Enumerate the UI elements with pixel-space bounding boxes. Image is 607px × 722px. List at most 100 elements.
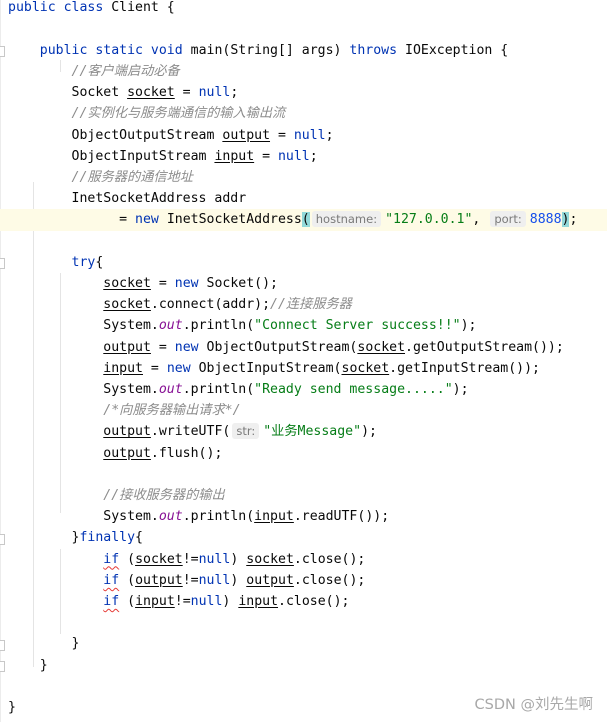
- code-text: }: [8, 633, 80, 654]
- code-line[interactable]: System.out.println(input.readUTF());: [0, 506, 607, 527]
- code-token: }: [8, 530, 80, 546]
- field-token: out: [158, 509, 183, 525]
- code-line[interactable]: input = new ObjectInputStream(socket.get…: [0, 358, 607, 379]
- code-token: =: [150, 276, 175, 291]
- code-line[interactable]: }finally{: [0, 527, 607, 548]
- code-token: .println(: [182, 509, 255, 525]
- keyword-token: try: [71, 254, 96, 270]
- code-token: .getOutputStream());: [405, 339, 564, 355]
- keyword-token: null: [190, 594, 223, 609]
- code-line[interactable]: System.out.println("Ready send message..…: [0, 379, 607, 400]
- variable-token: socket: [341, 360, 390, 376]
- keyword-token: new: [166, 360, 199, 376]
- matched-brace: (: [301, 212, 310, 228]
- field-token: out: [158, 382, 183, 397]
- code-line[interactable]: socket.connect(addr);//连接服务器: [0, 294, 607, 315]
- code-line[interactable]: //服务器的通信地址: [0, 167, 607, 188]
- code-token: .close();: [293, 572, 366, 588]
- variable-token: output: [103, 424, 151, 440]
- code-token: }: [8, 700, 16, 715]
- code-line[interactable]: }: [0, 633, 607, 654]
- code-line[interactable]: if (output!=null) output.close();: [0, 570, 607, 591]
- code-text: System.out.println("Connect Server succe…: [8, 315, 476, 336]
- string-token: "Connect Server success!!": [254, 318, 461, 334]
- code-line[interactable]: output = new ObjectOutputStream(socket.g…: [0, 337, 607, 358]
- code-token: );: [452, 382, 469, 397]
- code-token: ): [230, 572, 247, 588]
- code-line[interactable]: [0, 464, 607, 485]
- code-token: .println(: [182, 318, 255, 334]
- code-line[interactable]: if (input!=null) input.close();: [0, 591, 607, 612]
- variable-token: input: [103, 360, 143, 376]
- keyword-token: if: [103, 551, 120, 567]
- csdn-watermark: CSDN @刘先生啊: [474, 697, 593, 713]
- variable-token: output: [103, 339, 151, 355]
- code-token: ObjectOutputStream(: [206, 339, 358, 355]
- code-line[interactable]: ObjectOutputStream output = null;: [0, 125, 607, 146]
- code-line[interactable]: [0, 231, 607, 252]
- code-text: public static void main(String[] args) t…: [8, 40, 508, 61]
- parameter-hint: port:: [490, 211, 526, 228]
- code-token: (: [119, 551, 136, 567]
- code-line[interactable]: Socket socket = null;: [0, 82, 607, 103]
- code-token: ObjectInputStream(: [198, 360, 342, 376]
- code-token: ObjectInputStream: [8, 148, 215, 164]
- variable-token: socket: [103, 297, 151, 313]
- variable-token: output: [135, 572, 183, 588]
- code-token: Socket();: [206, 276, 278, 291]
- comment-token: //实例化与服务端通信的输入输出流: [71, 106, 286, 122]
- code-token: =: [8, 212, 136, 228]
- code-line[interactable]: InetSocketAddress addr: [0, 188, 607, 209]
- code-line[interactable]: = new InetSocketAddress(hostname: "127.0.…: [0, 209, 607, 231]
- code-token: (: [119, 572, 136, 588]
- code-token: (: [119, 594, 136, 609]
- code-token: }: [8, 657, 48, 673]
- code-line[interactable]: output.writeUTF(str: "业务Message");: [0, 421, 607, 442]
- code-token: .close();: [278, 594, 350, 609]
- code-line[interactable]: /*向服务器输出请求*/: [0, 400, 607, 421]
- code-line[interactable]: [0, 612, 607, 633]
- variable-token: input: [254, 509, 294, 525]
- code-text: ObjectInputStream input = null;: [8, 146, 318, 167]
- code-line[interactable]: if (socket!=null) socket.close();: [0, 549, 607, 570]
- code-line[interactable]: //接收服务器的输出: [0, 485, 607, 506]
- code-line[interactable]: output.flush();: [0, 443, 607, 464]
- code-line[interactable]: ObjectInputStream input = null;: [0, 146, 607, 167]
- code-line[interactable]: System.out.println("Connect Server succe…: [0, 315, 607, 336]
- code-token: ;: [230, 85, 239, 101]
- code-line[interactable]: [0, 19, 607, 40]
- code-line[interactable]: try{: [0, 252, 607, 273]
- code-line[interactable]: }: [0, 655, 607, 676]
- code-line[interactable]: public static void main(String[] args) t…: [0, 40, 607, 61]
- code-line[interactable]: //客户端启动必备: [0, 61, 607, 82]
- code-line[interactable]: //实例化与服务端通信的输入输出流: [0, 103, 607, 124]
- code-token: !=: [174, 594, 191, 609]
- code-token: ObjectOutputStream: [8, 127, 223, 143]
- code-text: input = new ObjectInputStream(socket.get…: [8, 358, 540, 379]
- code-token: =: [174, 85, 199, 101]
- code-line[interactable]: socket = new Socket();: [0, 273, 607, 294]
- code-text: Socket socket = null;: [8, 82, 239, 103]
- comment-token: //服务器的通信地址: [71, 170, 193, 185]
- variable-token: input: [135, 594, 175, 609]
- code-text: System.out.println("Ready send message..…: [8, 379, 469, 400]
- field-token: out: [158, 318, 183, 334]
- code-token: );: [460, 318, 477, 334]
- string-token: "Ready send message.....": [254, 382, 453, 397]
- code-token: System.: [8, 382, 159, 397]
- code-token: =: [270, 127, 294, 143]
- keyword-token: throws: [349, 42, 405, 58]
- code-token: ;: [309, 148, 318, 164]
- code-line[interactable]: public class Client {: [0, 0, 607, 19]
- keyword-token: new: [174, 276, 207, 291]
- code-token: IOException {: [405, 42, 509, 58]
- code-text: }: [8, 697, 16, 718]
- keyword-token: null: [198, 551, 231, 567]
- code-token: ,: [472, 212, 489, 228]
